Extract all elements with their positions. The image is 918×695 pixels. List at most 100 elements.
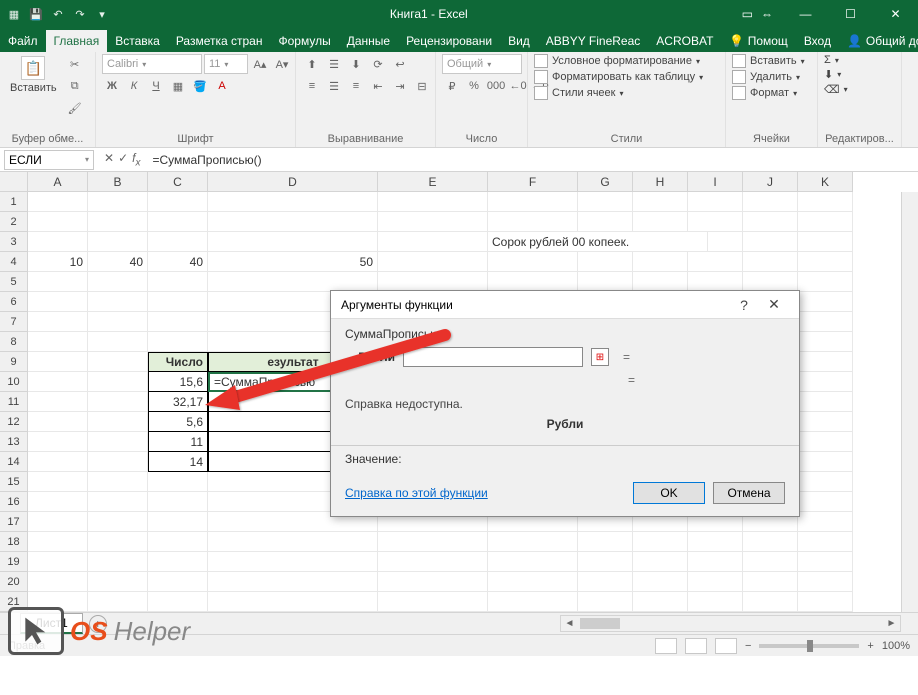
cell[interactable] [633, 212, 688, 232]
cell[interactable] [578, 252, 633, 272]
page-layout-view-icon[interactable] [685, 638, 707, 654]
cell-styles-button[interactable]: Стили ячеек▾ [534, 86, 703, 100]
close-button[interactable]: ✕ [873, 0, 918, 28]
cell[interactable] [28, 192, 88, 212]
column-header[interactable]: C [148, 172, 208, 192]
cell[interactable] [633, 192, 688, 212]
cell[interactable] [798, 412, 853, 432]
row-header[interactable]: 13 [0, 432, 28, 452]
cell[interactable] [378, 532, 488, 552]
align-center-icon[interactable]: ☰ [324, 76, 344, 96]
row-header[interactable]: 19 [0, 552, 28, 572]
cell[interactable] [798, 472, 853, 492]
cell[interactable]: Число [148, 352, 208, 372]
wrap-text-icon[interactable]: ↩ [390, 54, 410, 74]
page-break-view-icon[interactable] [715, 638, 737, 654]
dialog-help-link[interactable]: Справка по этой функции [345, 486, 488, 500]
cell[interactable] [88, 452, 148, 472]
row-header[interactable]: 15 [0, 472, 28, 492]
cell[interactable] [488, 592, 578, 612]
cell[interactable] [208, 552, 378, 572]
cell[interactable] [743, 232, 798, 252]
cell[interactable] [743, 552, 798, 572]
cell[interactable] [88, 472, 148, 492]
cell[interactable] [798, 432, 853, 452]
scroll-thumb[interactable] [580, 618, 620, 629]
zoom-slider[interactable] [759, 644, 859, 648]
cell[interactable] [578, 572, 633, 592]
zoom-level[interactable]: 100% [882, 640, 910, 652]
column-header[interactable]: A [28, 172, 88, 192]
cell[interactable] [743, 572, 798, 592]
column-header[interactable]: K [798, 172, 853, 192]
cell[interactable]: 10 [28, 252, 88, 272]
name-box[interactable]: ЕСЛИ▾ [4, 150, 94, 170]
fx-icon[interactable]: fx [132, 151, 140, 168]
number-format-combo[interactable]: Общий▾ [442, 54, 522, 74]
tab-data[interactable]: Данные [339, 30, 398, 52]
cell[interactable]: 14 [148, 452, 208, 472]
cell[interactable]: Сорок рублей 00 копеек. [488, 232, 708, 252]
cell[interactable] [378, 272, 488, 292]
tab-share[interactable]: 👤Общий доступ [839, 30, 918, 52]
align-top-icon[interactable]: ⬆ [302, 54, 322, 74]
cell[interactable] [28, 352, 88, 372]
cell[interactable] [208, 272, 378, 292]
align-left-icon[interactable]: ≡ [302, 76, 322, 96]
clear-button[interactable]: ⌫▾ [824, 83, 848, 96]
row-header[interactable]: 17 [0, 512, 28, 532]
cancel-formula-icon[interactable]: ✕ [104, 151, 114, 168]
row-header[interactable]: 5 [0, 272, 28, 292]
cell[interactable] [88, 352, 148, 372]
cell[interactable] [28, 332, 88, 352]
increase-decimal-icon[interactable]: ←0 [508, 76, 528, 96]
enter-formula-icon[interactable]: ✓ [118, 151, 128, 168]
cell[interactable] [688, 212, 743, 232]
cell[interactable] [28, 292, 88, 312]
increase-font-icon[interactable]: A▴ [250, 54, 270, 74]
cell[interactable] [578, 192, 633, 212]
cell[interactable] [378, 212, 488, 232]
cell[interactable] [88, 312, 148, 332]
cell[interactable] [378, 192, 488, 212]
row-header[interactable]: 7 [0, 312, 28, 332]
row-header[interactable]: 11 [0, 392, 28, 412]
align-middle-icon[interactable]: ☰ [324, 54, 344, 74]
decrease-font-icon[interactable]: A▾ [272, 54, 292, 74]
cell[interactable]: 11 [148, 432, 208, 452]
row-header[interactable]: 4 [0, 252, 28, 272]
cell[interactable] [488, 212, 578, 232]
row-header[interactable]: 9 [0, 352, 28, 372]
cell[interactable] [88, 212, 148, 232]
cell[interactable] [28, 212, 88, 232]
column-header[interactable]: J [743, 172, 798, 192]
tab-file[interactable]: Файл [0, 30, 46, 52]
cell[interactable] [488, 532, 578, 552]
decrease-indent-icon[interactable]: ⇤ [368, 76, 388, 96]
cell[interactable] [88, 572, 148, 592]
delete-cells-button[interactable]: Удалить▾ [732, 70, 805, 84]
ribbon-options-icon-2[interactable]: ⇔ [761, 7, 773, 21]
cell[interactable] [578, 212, 633, 232]
row-header[interactable]: 6 [0, 292, 28, 312]
cell[interactable] [88, 492, 148, 512]
scroll-right-icon[interactable]: ► [883, 616, 900, 631]
undo-icon[interactable]: ↶ [50, 6, 66, 22]
column-header[interactable]: I [688, 172, 743, 192]
cell[interactable] [28, 372, 88, 392]
border-icon[interactable]: ▦ [168, 76, 188, 96]
tab-formulas[interactable]: Формулы [270, 30, 338, 52]
cell[interactable] [743, 592, 798, 612]
cell[interactable] [378, 232, 488, 252]
cell[interactable] [148, 192, 208, 212]
cell[interactable] [798, 512, 853, 532]
row-header[interactable]: 1 [0, 192, 28, 212]
cell[interactable] [378, 592, 488, 612]
cell[interactable] [743, 192, 798, 212]
column-header[interactable]: G [578, 172, 633, 192]
zoom-in-icon[interactable]: + [867, 640, 873, 652]
dialog-ok-button[interactable]: OK [633, 482, 705, 504]
cell[interactable]: 5,6 [148, 412, 208, 432]
cell[interactable] [28, 472, 88, 492]
cell[interactable] [798, 392, 853, 412]
